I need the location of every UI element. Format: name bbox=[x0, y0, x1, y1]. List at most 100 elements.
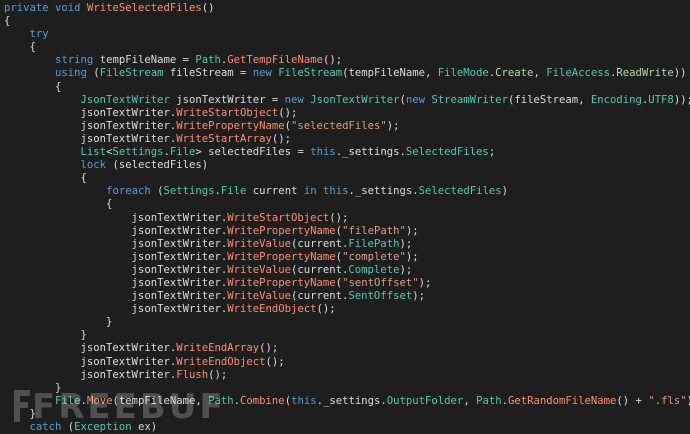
code-line[interactable]: lock (selectedFiles) bbox=[4, 159, 690, 172]
code-token: new bbox=[252, 67, 272, 80]
code-token: ( bbox=[86, 67, 100, 80]
code-token: { bbox=[4, 172, 87, 185]
code-token: tempFileName = bbox=[93, 54, 196, 67]
code-line[interactable]: jsonTextWriter.WritePropertyName("comple… bbox=[4, 251, 690, 264]
code-line[interactable]: } bbox=[4, 316, 690, 329]
code-line[interactable]: File.Move(tempFileName, Path.Combine(thi… bbox=[4, 395, 690, 408]
code-token: FileAccess bbox=[546, 67, 610, 80]
code-text[interactable]: private void WriteSelectedFiles(){ try {… bbox=[4, 2, 690, 434]
code-line[interactable]: jsonTextWriter.WriteStartObject(); bbox=[4, 212, 690, 225]
code-line[interactable]: } bbox=[4, 382, 690, 395]
code-line[interactable]: jsonTextWriter.WriteEndObject(); bbox=[4, 356, 690, 369]
code-line[interactable]: JsonTextWriter jsonTextWriter = new Json… bbox=[4, 94, 690, 107]
code-token: StreamWriter bbox=[431, 93, 508, 106]
code-token: ex) bbox=[131, 421, 158, 433]
code-token: (); bbox=[278, 106, 298, 119]
code-line[interactable]: catch (Exception ex) bbox=[4, 421, 690, 434]
code-token: (); bbox=[265, 355, 285, 368]
code-token: jsonTextWriter. bbox=[4, 303, 228, 316]
code-token: Combine bbox=[240, 394, 285, 407]
code-token: new bbox=[284, 93, 304, 106]
code-token: SelectedFiles bbox=[405, 146, 489, 159]
code-line[interactable]: jsonTextWriter.WriteValue(current.SentOf… bbox=[4, 290, 690, 303]
code-token: ".fls" bbox=[648, 394, 687, 407]
code-token: Complete bbox=[348, 263, 400, 276]
code-line[interactable]: foreach (Settings.File current in this._… bbox=[4, 185, 690, 198]
code-token: SentOffset bbox=[348, 290, 413, 303]
code-line[interactable]: { bbox=[4, 172, 690, 185]
code-token: OutputFolder bbox=[386, 394, 464, 407]
code-token: WriteValue bbox=[227, 290, 292, 303]
code-line[interactable]: using (FileStream fileStream = new FileS… bbox=[4, 67, 690, 80]
code-line[interactable]: try bbox=[4, 28, 690, 41]
code-token: ); bbox=[412, 290, 425, 303]
code-token: in bbox=[303, 185, 317, 198]
code-token: ( bbox=[61, 421, 75, 433]
code-token: jsonTextWriter. bbox=[4, 106, 177, 119]
code-token: "filePath" bbox=[342, 224, 406, 237]
code-token: Encoding bbox=[590, 93, 642, 106]
code-line[interactable]: jsonTextWriter.WriteValue(current.Comple… bbox=[4, 264, 690, 277]
code-token: current bbox=[246, 185, 304, 198]
code-line[interactable]: jsonTextWriter.Flush(); bbox=[4, 369, 690, 382]
code-token: "selectedFiles" bbox=[291, 119, 387, 132]
code-token: fileStream = bbox=[163, 67, 253, 80]
code-token: ); bbox=[399, 237, 413, 250]
code-token: ); bbox=[386, 119, 400, 132]
code-token: "sentOffset" bbox=[342, 276, 419, 289]
code-token: JsonTextWriter bbox=[310, 93, 400, 106]
code-line[interactable]: jsonTextWriter.WriteStartArray(); bbox=[4, 133, 690, 146]
code-token: ; bbox=[488, 146, 496, 159]
code-token: { bbox=[4, 80, 62, 93]
code-line[interactable]: List<Settings.File> selectedFiles = this… bbox=[4, 146, 690, 159]
code-token: } bbox=[4, 407, 36, 420]
code-token: WriteEndObject bbox=[176, 355, 266, 368]
code-line[interactable]: jsonTextWriter.WriteValue(current.FilePa… bbox=[4, 238, 690, 251]
code-token: (); bbox=[208, 368, 228, 381]
code-editor[interactable]: private void WriteSelectedFiles(){ try {… bbox=[0, 0, 690, 434]
code-token: (tempFileName, bbox=[112, 394, 209, 407]
code-token: Path bbox=[195, 54, 221, 67]
code-line[interactable]: } bbox=[4, 408, 690, 421]
code-line[interactable]: jsonTextWriter.WriteEndArray(); bbox=[4, 342, 690, 355]
code-token: jsonTextWriter. bbox=[4, 276, 228, 289]
code-line[interactable]: jsonTextWriter.WriteEndObject(); bbox=[4, 303, 690, 316]
code-line[interactable]: private void WriteSelectedFiles() bbox=[4, 2, 690, 15]
code-line[interactable]: { bbox=[4, 81, 690, 94]
code-line[interactable]: string tempFileName = Path.GetTempFileNa… bbox=[4, 54, 690, 67]
code-token: new bbox=[405, 93, 426, 106]
code-token: ); bbox=[418, 276, 432, 289]
code-token: )) bbox=[673, 67, 687, 80]
code-token: jsonTextWriter = bbox=[169, 93, 285, 106]
code-token: jsonTextWriter. bbox=[4, 290, 228, 303]
code-token: { bbox=[4, 198, 113, 211]
code-line[interactable]: jsonTextWriter.WritePropertyName("filePa… bbox=[4, 225, 690, 238]
code-token: ); bbox=[399, 263, 413, 276]
code-line[interactable]: { bbox=[4, 15, 690, 28]
code-token: jsonTextWriter. bbox=[4, 263, 228, 276]
code-line[interactable]: { bbox=[4, 198, 690, 211]
code-token: private bbox=[4, 2, 49, 14]
code-line[interactable]: { bbox=[4, 41, 690, 54]
code-token: jsonTextWriter. bbox=[4, 119, 177, 132]
code-token: (); bbox=[271, 132, 292, 145]
code-token: Path bbox=[208, 394, 234, 407]
code-line[interactable]: jsonTextWriter.WritePropertyName("select… bbox=[4, 120, 690, 133]
code-token: () + bbox=[616, 394, 649, 407]
code-token: (current. bbox=[291, 290, 349, 303]
code-token: WritePropertyName bbox=[227, 250, 336, 263]
code-token: ); bbox=[405, 250, 419, 263]
code-line[interactable]: } bbox=[4, 329, 690, 342]
code-token: { bbox=[4, 41, 36, 54]
code-token: (); bbox=[316, 303, 336, 316]
code-token: Create bbox=[495, 67, 534, 80]
code-line[interactable]: jsonTextWriter.WritePropertyName("sentOf… bbox=[4, 277, 690, 290]
code-token: (tempFileName, bbox=[342, 67, 438, 80]
code-line[interactable]: jsonTextWriter.WriteStartObject(); bbox=[4, 107, 690, 120]
code-token: this bbox=[310, 146, 336, 159]
